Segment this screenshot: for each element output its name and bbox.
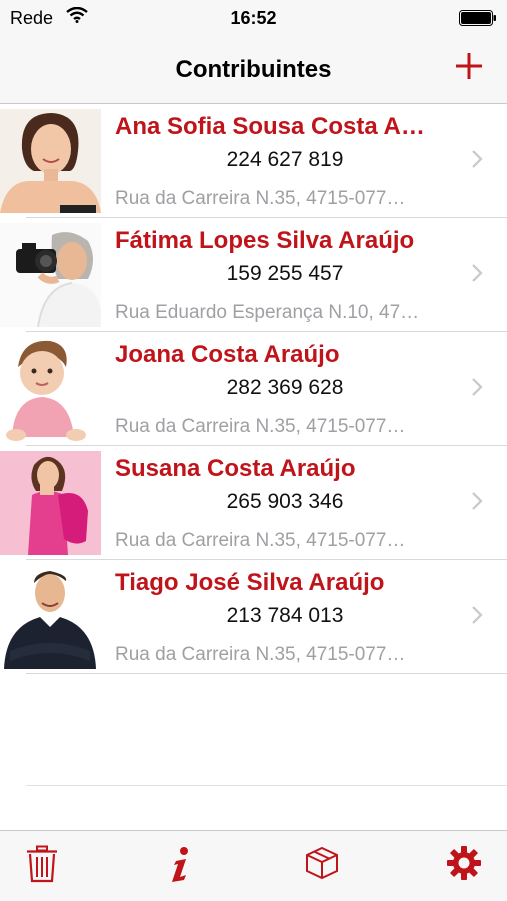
avatar — [0, 223, 101, 327]
avatar — [0, 337, 101, 441]
chevron-right-icon — [471, 491, 483, 516]
page-title: Contribuintes — [175, 56, 332, 83]
navigation-bar: Contribuintes — [0, 36, 507, 104]
divider — [26, 785, 507, 786]
contributor-name: Joana Costa Araújo — [115, 341, 340, 368]
contributor-name: Susana Costa Araújo — [115, 455, 356, 482]
contributor-nif: 265 903 346 — [226, 490, 344, 513]
status-bar: Rede 16:52 — [0, 0, 507, 36]
chevron-right-icon — [471, 605, 483, 630]
contributor-nif: 282 369 628 — [226, 376, 344, 399]
gear-icon — [447, 846, 481, 880]
contributor-address: Rua da Carreira N.35, 4715-077… — [115, 644, 406, 665]
avatar — [0, 451, 101, 555]
box-icon — [306, 846, 338, 880]
tab-settings[interactable] — [446, 845, 482, 886]
avatar — [0, 109, 101, 213]
contributor-address: Rua da Carreira N.35, 4715-077… — [115, 416, 406, 437]
contributor-nif: 224 627 819 — [226, 148, 344, 171]
list-item[interactable]: Ana Sofia Sousa Costa A… 224 627 819 Rua… — [0, 104, 507, 218]
tab-delete[interactable] — [26, 845, 58, 888]
plus-icon — [456, 53, 482, 79]
tab-bar — [0, 830, 507, 901]
contributor-name: Tiago José Silva Araújo — [115, 569, 385, 596]
chevron-right-icon — [471, 377, 483, 402]
contributor-address: Rua da Carreira N.35, 4715-077… — [115, 530, 406, 551]
chevron-right-icon — [471, 263, 483, 288]
list-item[interactable]: Tiago José Silva Araújo 213 784 013 Rua … — [0, 560, 507, 674]
battery-icon — [459, 10, 497, 31]
chevron-right-icon — [471, 149, 483, 174]
status-time: 16:52 — [230, 8, 277, 28]
contributor-nif: 159 255 457 — [226, 262, 344, 285]
contributor-name: Fátima Lopes Silva Araújo — [115, 227, 415, 254]
contributor-list: Ana Sofia Sousa Costa A… 224 627 819 Rua… — [0, 104, 507, 674]
contributor-address: Rua da Carreira N.35, 4715-077… — [115, 188, 406, 209]
avatar — [0, 565, 101, 669]
tab-package[interactable] — [304, 845, 340, 886]
list-item[interactable]: Joana Costa Araújo 282 369 628 Rua da Ca… — [0, 332, 507, 446]
info-icon — [172, 847, 188, 882]
contributor-name: Ana Sofia Sousa Costa A… — [115, 113, 425, 140]
tab-info[interactable] — [168, 845, 194, 888]
contributor-nif: 213 784 013 — [226, 604, 344, 627]
contributor-address: Rua Eduardo Esperança N.10, 47… — [115, 302, 420, 323]
list-item[interactable]: Susana Costa Araújo 265 903 346 Rua da C… — [0, 446, 507, 560]
list-item[interactable]: Fátima Lopes Silva Araújo 159 255 457 Ru… — [0, 218, 507, 332]
trash-icon — [27, 845, 57, 883]
add-contributor-button[interactable] — [453, 50, 485, 82]
